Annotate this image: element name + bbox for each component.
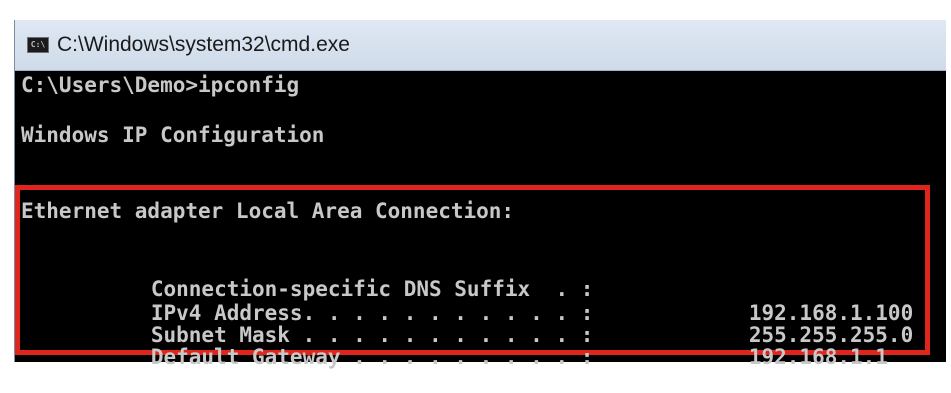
adapter-heading: Ethernet adapter Local Area Connection: <box>21 199 515 223</box>
cmd-icon: C:\ <box>27 37 49 53</box>
ip-config-heading: Windows IP Configuration <box>21 123 325 147</box>
prompt-line: C:\Users\Demo>ipconfig <box>21 73 300 97</box>
field-label: Default Gateway . . . . . . . . . : <box>150 345 594 369</box>
stray-mark <box>0 0 10 10</box>
console-output[interactable]: C:\Users\Demo>ipconfig Windows IP Config… <box>15 71 946 369</box>
title-bar[interactable]: C:\ C:\Windows\system32\cmd.exe <box>15 20 946 71</box>
field-default-gateway: Default Gateway . . . . . . . . . : 192.1… <box>75 321 888 393</box>
cmd-window: C:\ C:\Windows\system32\cmd.exe C:\Users… <box>14 20 946 369</box>
field-value: 192.168.1.1 <box>748 345 888 369</box>
top-strip <box>0 0 951 20</box>
window-title: C:\Windows\system32\cmd.exe <box>57 33 350 56</box>
